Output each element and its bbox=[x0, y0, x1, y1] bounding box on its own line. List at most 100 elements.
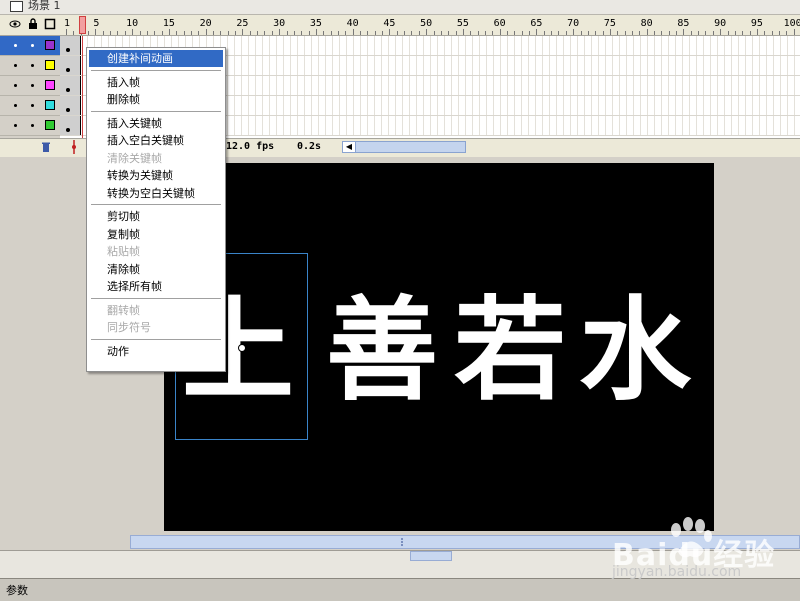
ruler-tick bbox=[330, 31, 332, 35]
menu-item[interactable]: 转换为空白关键帧 bbox=[89, 185, 223, 202]
watermark: Baidu经验 jingyan.baidu.com bbox=[612, 512, 792, 592]
ruler-tick bbox=[389, 29, 391, 35]
layer-row[interactable] bbox=[0, 96, 60, 116]
ruler-tick bbox=[293, 31, 295, 35]
visibility-dot-icon[interactable] bbox=[14, 64, 17, 67]
glyph-shui[interactable]: 水 bbox=[579, 295, 691, 407]
scene-bar: 场景 1 bbox=[0, 0, 800, 15]
ruler-tick bbox=[448, 31, 450, 35]
collapse-arrow-icon[interactable] bbox=[410, 551, 452, 561]
keyframe-cell[interactable] bbox=[60, 76, 81, 95]
ruler-tick bbox=[543, 31, 545, 35]
frame-ruler[interactable]: 1 5 10 15 20 25 30 35 40 45 50 55 60 65 70 75 80 85 90 95 10… bbox=[60, 15, 800, 35]
menu-item[interactable]: 复制帧 bbox=[89, 226, 223, 243]
scroll-left-icon[interactable]: ◀ bbox=[343, 142, 356, 152]
layer-row[interactable] bbox=[0, 56, 60, 76]
ruler-tick bbox=[507, 31, 508, 35]
center-frame-icon[interactable] bbox=[68, 140, 80, 154]
playhead[interactable] bbox=[79, 16, 86, 34]
playhead-line bbox=[82, 36, 83, 138]
ruler-tick bbox=[631, 31, 633, 35]
ruler-number: 60 bbox=[493, 18, 506, 29]
ruler-tick bbox=[139, 31, 141, 35]
menu-item[interactable]: 动作 bbox=[89, 343, 223, 360]
visibility-dot-icon[interactable] bbox=[14, 44, 17, 47]
visibility-dot-icon[interactable] bbox=[14, 124, 17, 127]
visibility-dot-icon[interactable] bbox=[31, 44, 34, 47]
outline-icon[interactable] bbox=[44, 18, 56, 30]
menu-item[interactable]: 清除帧 bbox=[89, 261, 223, 278]
keyframe-cell[interactable] bbox=[60, 36, 81, 55]
scene-label[interactable]: 场景 1 bbox=[28, 0, 61, 13]
ruler-tick bbox=[749, 31, 751, 35]
ruler-tick bbox=[470, 31, 472, 35]
keyframe-cell[interactable] bbox=[60, 96, 81, 115]
ruler-tick bbox=[742, 31, 744, 35]
visibility-dot-icon[interactable] bbox=[31, 104, 34, 107]
menu-item[interactable]: 剪切帧 bbox=[89, 208, 223, 225]
glyph-ruo[interactable]: 若 bbox=[454, 295, 566, 407]
ruler-tick bbox=[374, 31, 376, 35]
menu-item[interactable]: 插入关键帧 bbox=[89, 115, 223, 132]
layer-color-swatch[interactable] bbox=[45, 60, 55, 70]
ruler-number: 1 bbox=[64, 18, 71, 29]
eye-icon[interactable] bbox=[9, 18, 21, 30]
layer-color-swatch[interactable] bbox=[45, 80, 55, 90]
ruler-tick bbox=[727, 31, 729, 35]
layer-color-swatch[interactable] bbox=[45, 100, 55, 110]
ruler-tick bbox=[595, 31, 597, 35]
ruler-tick bbox=[462, 29, 464, 35]
registration-point[interactable] bbox=[238, 344, 246, 352]
visibility-dot-icon[interactable] bbox=[14, 84, 17, 87]
menu-item[interactable]: 转换为关键帧 bbox=[89, 167, 223, 184]
ruler-tick bbox=[565, 31, 567, 35]
ruler-number: 85 bbox=[677, 18, 690, 29]
trash-icon[interactable] bbox=[40, 141, 52, 156]
ruler-tick bbox=[102, 31, 104, 35]
menu-item[interactable]: 选择所有帧 bbox=[89, 278, 223, 295]
ruler-number: 45 bbox=[383, 18, 396, 29]
menu-item[interactable]: 删除帧 bbox=[89, 91, 223, 108]
ruler-tick bbox=[279, 29, 281, 35]
menu-item[interactable]: 插入帧 bbox=[89, 74, 223, 91]
ruler-tick bbox=[455, 31, 457, 35]
ruler-tick bbox=[323, 31, 325, 35]
timeline-scrollbar[interactable]: ◀ bbox=[342, 141, 466, 153]
ruler-tick bbox=[337, 31, 339, 35]
ruler-tick bbox=[477, 31, 479, 35]
ruler-number: 65 bbox=[530, 18, 543, 29]
keyframe-cell[interactable] bbox=[60, 56, 81, 75]
ruler-number: 100 bbox=[783, 18, 800, 29]
ruler-tick bbox=[382, 31, 384, 35]
layer-row[interactable] bbox=[0, 36, 60, 56]
ruler-tick bbox=[286, 31, 288, 35]
visibility-dot-icon[interactable] bbox=[31, 84, 34, 87]
menu-item[interactable]: 插入空白关键帧 bbox=[89, 132, 223, 149]
visibility-dot-icon[interactable] bbox=[31, 64, 34, 67]
visibility-dot-icon[interactable] bbox=[14, 104, 17, 107]
ruler-tick bbox=[117, 31, 119, 35]
lock-icon[interactable] bbox=[27, 18, 39, 30]
layer-list bbox=[0, 36, 60, 138]
ruler-tick bbox=[257, 31, 259, 35]
layer-row[interactable] bbox=[0, 116, 60, 136]
layer-color-swatch[interactable] bbox=[45, 40, 55, 50]
ruler-tick bbox=[308, 31, 310, 35]
glyph-shan[interactable]: 善 bbox=[326, 295, 438, 407]
ruler-tick bbox=[786, 31, 788, 35]
ruler-tick bbox=[756, 29, 758, 35]
ruler-tick bbox=[95, 29, 97, 35]
ruler-tick bbox=[264, 31, 266, 35]
menu-item: 翻转帧 bbox=[107, 303, 140, 317]
visibility-dot-icon[interactable] bbox=[31, 124, 34, 127]
ruler-number: 50 bbox=[420, 18, 433, 29]
frame-rate[interactable]: 12.0 fps bbox=[226, 141, 274, 152]
params-label[interactable]: 参数 bbox=[6, 582, 28, 598]
layer-row[interactable] bbox=[0, 76, 60, 96]
layer-color-swatch[interactable] bbox=[45, 120, 55, 130]
keyframe-cell[interactable] bbox=[60, 116, 81, 135]
menu-item[interactable]: 创建补间动画 bbox=[89, 50, 223, 67]
scene-icon bbox=[10, 1, 23, 12]
ruler-tick bbox=[154, 31, 156, 35]
scroll-grip-icon[interactable] bbox=[401, 538, 413, 546]
